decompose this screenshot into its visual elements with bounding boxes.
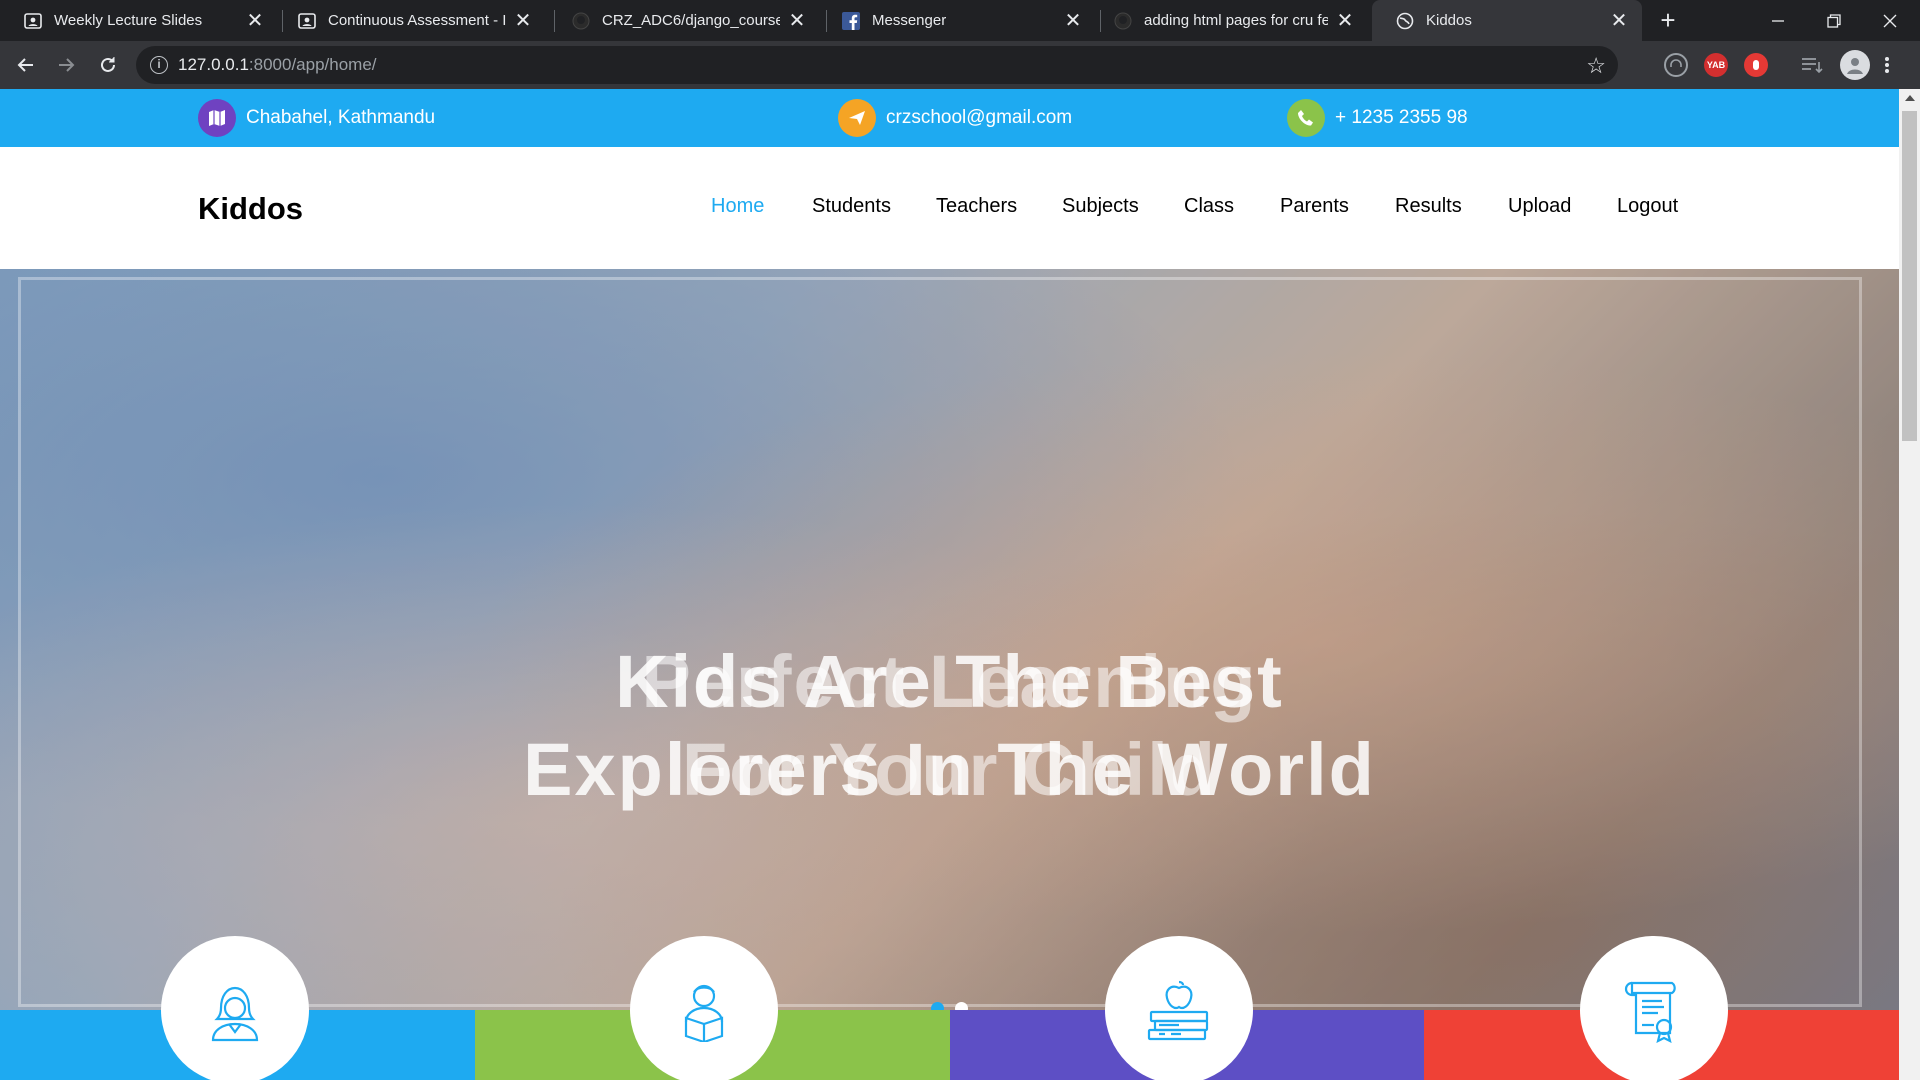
tab-title: Kiddos [1426, 12, 1472, 29]
page-viewport: Chabahel, Kathmandu crzschool@gmail.com … [0, 89, 1899, 1080]
email-contact[interactable]: crzschool@gmail.com [838, 99, 1072, 137]
forward-button[interactable] [50, 49, 82, 81]
tab-title: Weekly Lecture Slides [54, 12, 203, 29]
profile-avatar[interactable] [1840, 50, 1870, 80]
url-text[interactable]: 127.0.0.1:8000/app/home/ [178, 55, 377, 75]
tab-title: adding html pages for cru fe [1144, 12, 1328, 29]
tab-continuous-assessment[interactable]: Continuous Assessment - II [ ✕ [274, 0, 546, 41]
close-tab-icon[interactable]: ✕ [512, 10, 534, 32]
feature-subjects[interactable] [1105, 936, 1253, 1080]
new-tab-button[interactable]: + [1654, 6, 1682, 34]
phone-text[interactable]: + 1235 2355 98 [1335, 107, 1468, 129]
classroom-icon [298, 12, 316, 30]
tab-title: Messenger [872, 12, 947, 29]
email-text[interactable]: crzschool@gmail.com [886, 107, 1072, 129]
address-contact: Chabahel, Kathmandu [198, 99, 435, 137]
nav-parents[interactable]: Parents [1280, 195, 1349, 218]
nav-teachers[interactable]: Teachers [936, 195, 1017, 218]
github-icon [572, 12, 590, 30]
tab-messenger[interactable]: Messenger ✕ [818, 0, 1096, 41]
paper-plane-icon [838, 99, 876, 137]
contact-bar: Chabahel, Kathmandu crzschool@gmail.com … [0, 89, 1899, 147]
books-apple-icon [1147, 980, 1209, 1041]
close-tab-icon[interactable]: ✕ [1608, 10, 1630, 32]
phone-contact[interactable]: + 1235 2355 98 [1287, 99, 1468, 137]
github-icon [1114, 12, 1132, 30]
classroom-icon [24, 12, 42, 30]
browser-toolbar: i 127.0.0.1:8000/app/home/ ☆ YAB [0, 41, 1920, 89]
extension-hand-icon[interactable] [1744, 53, 1768, 77]
hero-heading-line1: Kids Are The Best [615, 640, 1284, 723]
student-reading-icon [684, 984, 724, 1042]
browser-tab-strip: Weekly Lecture Slides ✕ Continuous Asses… [0, 0, 1920, 41]
extension-yab-icon[interactable]: YAB [1704, 53, 1728, 77]
tab-github-repo[interactable]: CRZ_ADC6/django_coursewo ✕ [548, 0, 820, 41]
close-tab-icon[interactable]: ✕ [1062, 10, 1084, 32]
feature-results[interactable] [1580, 936, 1728, 1080]
nav-upload[interactable]: Upload [1508, 195, 1571, 218]
scrollbar-thumb[interactable] [1902, 111, 1917, 441]
tab-title: CRZ_ADC6/django_coursewo [602, 12, 780, 29]
reading-list-icon[interactable] [1800, 53, 1824, 77]
nav-students[interactable]: Students [812, 195, 891, 218]
phone-icon [1287, 99, 1325, 137]
nav-logout[interactable]: Logout [1617, 195, 1678, 218]
close-tab-icon[interactable]: ✕ [1334, 10, 1356, 32]
nav-subjects[interactable]: Subjects [1062, 195, 1139, 218]
close-tab-icon[interactable]: ✕ [786, 10, 808, 32]
minimize-button[interactable] [1750, 0, 1806, 41]
browser-menu-icon[interactable] [1880, 53, 1894, 77]
tab-weekly-lecture-slides[interactable]: Weekly Lecture Slides ✕ [0, 0, 278, 41]
brand-logo[interactable]: Kiddos [198, 191, 303, 227]
address-bar[interactable]: i 127.0.0.1:8000/app/home/ ☆ [136, 46, 1618, 84]
main-navbar: Kiddos Home Students Teachers Subjects C… [0, 147, 1899, 269]
nav-results[interactable]: Results [1395, 195, 1462, 218]
nav-home[interactable]: Home [711, 195, 764, 218]
site-info-icon[interactable]: i [150, 56, 168, 74]
feature-student[interactable] [630, 936, 778, 1080]
globe-icon [1396, 12, 1414, 30]
page-scrollbar[interactable] [1899, 89, 1920, 1080]
restore-button[interactable] [1806, 0, 1862, 41]
feature-teacher[interactable] [161, 936, 309, 1080]
teacher-icon [211, 986, 259, 1042]
nav-class[interactable]: Class [1184, 195, 1234, 218]
reload-button[interactable] [92, 49, 124, 81]
address-text: Chabahel, Kathmandu [246, 107, 436, 128]
back-button[interactable] [10, 49, 42, 81]
certificate-icon [1624, 981, 1676, 1043]
tab-github-pr[interactable]: adding html pages for cru fe ✕ [1090, 0, 1368, 41]
close-tab-icon[interactable]: ✕ [244, 10, 266, 32]
bookmark-star-icon[interactable]: ☆ [1586, 53, 1606, 79]
close-window-button[interactable] [1862, 0, 1918, 41]
tab-kiddos-active[interactable]: Kiddos ✕ [1372, 0, 1642, 41]
tab-title: Continuous Assessment - II [ [328, 12, 506, 29]
scroll-up-arrow-icon[interactable] [1905, 95, 1915, 101]
facebook-icon [842, 11, 860, 30]
extension-headphones-icon[interactable] [1664, 53, 1688, 77]
hero-heading-line2: Explorers In The World [523, 728, 1376, 811]
map-icon [198, 99, 236, 137]
